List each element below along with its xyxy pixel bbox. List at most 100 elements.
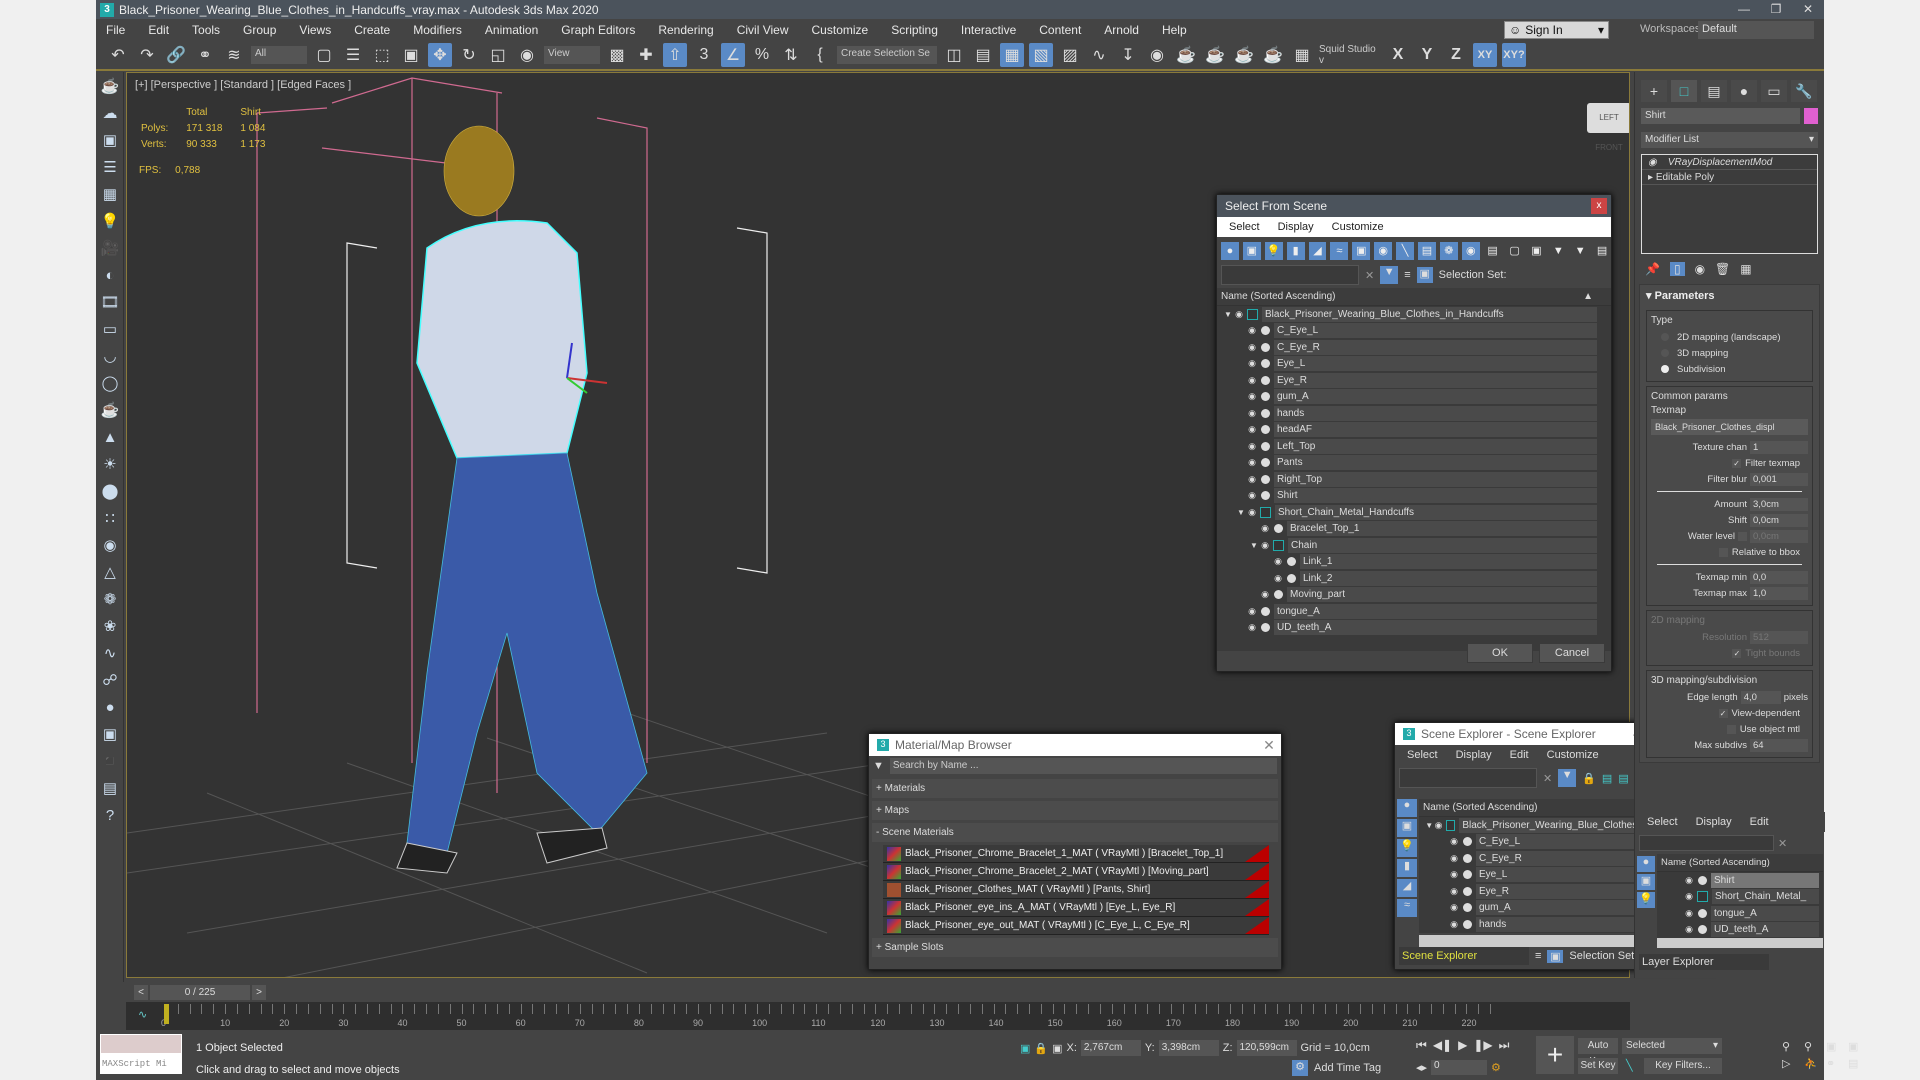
containers-filter-icon[interactable]: ▤: [1418, 242, 1436, 260]
axis-y-button[interactable]: Y: [1415, 43, 1439, 67]
modifier-list-select[interactable]: Modifier List ▾: [1641, 132, 1818, 148]
eye-icon[interactable]: ◉: [1259, 540, 1271, 551]
key-filters-button[interactable]: Key Filters...: [1644, 1058, 1722, 1074]
next-key-icon[interactable]: ❚▶: [1473, 1038, 1492, 1053]
tree-row[interactable]: ◉ gum_A: [1217, 389, 1611, 406]
material-item[interactable]: Black_Prisoner_Clothes_MAT ( VRayMtl ) […: [883, 881, 1269, 899]
time-config-icon[interactable]: ⚙: [1491, 1061, 1501, 1074]
motion-tab-icon[interactable]: ●: [1731, 80, 1757, 102]
water-level-spinner[interactable]: 0,0cm: [1750, 529, 1808, 543]
filter-texmap-checkbox[interactable]: ✓ Filter texmap: [1651, 455, 1808, 471]
menu-customize[interactable]: Customize: [1547, 749, 1599, 761]
eye-icon[interactable]: ◉: [1246, 490, 1258, 501]
plane-icon[interactable]: ▭: [98, 318, 122, 342]
tree-row[interactable]: ◉ C_Eye_L: [1217, 323, 1611, 340]
layer-row[interactable]: ◉ Shirt: [1657, 872, 1823, 889]
eye-icon[interactable]: ◉: [1448, 853, 1460, 864]
eye-icon[interactable]: ◉: [1233, 309, 1245, 320]
menu-edit[interactable]: Edit: [1750, 816, 1769, 828]
collapse-all-icon[interactable]: ▤: [1618, 772, 1628, 785]
filter-selected-icon[interactable]: ▼: [1380, 266, 1399, 284]
current-frame-marker[interactable]: [164, 1004, 169, 1024]
molecule-icon[interactable]: ◉: [98, 534, 122, 558]
configure-sets-icon[interactable]: ▦: [1740, 262, 1751, 276]
radio-2d-mapping[interactable]: 2D mapping (landscape): [1651, 329, 1808, 345]
curve-editor-mini-icon[interactable]: ∿: [138, 1008, 147, 1021]
menu-select[interactable]: Select: [1407, 749, 1438, 761]
eye-icon[interactable]: ◉: [1246, 424, 1258, 435]
texture-chan-spinner[interactable]: 1: [1750, 440, 1808, 454]
hair-icon[interactable]: ∿: [98, 642, 122, 666]
cameras-filter-icon[interactable]: ▮: [1286, 242, 1305, 260]
relative-bbox-checkbox[interactable]: Relative to bbox: [1651, 544, 1808, 560]
texmap-max-spinner[interactable]: 1,0: [1750, 586, 1808, 600]
menu-rendering[interactable]: Rendering: [658, 23, 713, 37]
tree-item-name[interactable]: gum_A: [1274, 389, 1597, 405]
tree-row[interactable]: ◉ Pants: [1217, 455, 1611, 472]
tree-item-name[interactable]: Short_Chain_Metal_Handcuffs: [1275, 504, 1597, 520]
list-panel-icon[interactable]: ☰: [98, 156, 122, 180]
tree-item-name[interactable]: Eye_L: [1274, 356, 1597, 372]
tree-row[interactable]: ◉ Eye_R: [1217, 372, 1611, 389]
tree-row[interactable]: ◉ UD_teeth_A: [1217, 620, 1611, 637]
x-coord-field[interactable]: 2,767cm: [1080, 1040, 1141, 1056]
tree-item-name[interactable]: Left_Top: [1274, 438, 1597, 454]
menu-modifiers[interactable]: Modifiers: [413, 23, 462, 37]
eye-icon[interactable]: ◉: [1246, 325, 1258, 336]
selection-filter[interactable]: All: [251, 46, 307, 64]
select-rotate-icon[interactable]: ↻: [457, 43, 481, 67]
cameras-filter-icon[interactable]: ▮: [1397, 859, 1417, 877]
set-key-button[interactable]: Set Key: [1578, 1058, 1618, 1074]
expand-triangle-icon[interactable]: ▼: [1425, 821, 1434, 830]
help-icon[interactable]: ?: [98, 804, 122, 828]
tree-row[interactable]: ◉ headAF: [1217, 422, 1611, 439]
filter-icon[interactable]: ▼: [1571, 242, 1589, 260]
eye-icon[interactable]: ◉: [1448, 919, 1460, 930]
expand-triangle-icon[interactable]: ▼: [1223, 310, 1233, 319]
disc-icon[interactable]: ◯: [98, 372, 122, 396]
hidden-filter-icon[interactable]: ◉: [1461, 242, 1480, 260]
auto-key-button[interactable]: Auto Key: [1578, 1038, 1618, 1067]
grass-icon[interactable]: ❀: [98, 615, 122, 639]
menu-display[interactable]: Display: [1456, 749, 1492, 761]
maxscript-listener[interactable]: MAXScript Mi: [100, 1034, 182, 1076]
hierarchy-icon[interactable]: ▣: [1547, 949, 1564, 963]
spinner-snap-icon[interactable]: ⇅: [779, 43, 803, 67]
explorer-search-input[interactable]: [1399, 768, 1537, 788]
keyboard-shortcut-icon[interactable]: ⇧: [663, 43, 687, 67]
tree-row[interactable]: ◉ Link_2: [1217, 570, 1611, 587]
create-tab-icon[interactable]: +: [1641, 80, 1667, 102]
vfb-icon[interactable]: ▣: [98, 723, 122, 747]
rect-selection-icon[interactable]: ⬚: [370, 43, 394, 67]
place-icon[interactable]: ◉: [515, 43, 539, 67]
container-icon[interactable]: ▤: [1593, 242, 1611, 260]
eye-icon[interactable]: ◉: [1259, 589, 1271, 600]
hierarchy-icon[interactable]: ▣: [1416, 267, 1433, 283]
lights-filter-icon[interactable]: 💡: [1637, 892, 1655, 908]
hierarchy-tab-icon[interactable]: ▤: [1701, 80, 1727, 102]
tree-item-name[interactable]: Moving_part: [1287, 587, 1597, 603]
options-triangle-icon[interactable]: ▼: [873, 760, 884, 772]
tree-row[interactable]: ◉ hands: [1217, 405, 1611, 422]
expand-triangle-icon[interactable]: ▼: [1236, 508, 1246, 517]
max-subdivs-spinner[interactable]: 64: [1750, 738, 1808, 752]
default-tangent-icon[interactable]: ╲: [1626, 1059, 1633, 1072]
menu-display[interactable]: Display: [1696, 816, 1732, 828]
maximize-viewport-icon[interactable]: ▤: [1848, 1057, 1866, 1070]
key-mode-icon[interactable]: ◂▸: [1416, 1061, 1427, 1074]
geometry-filter-icon[interactable]: ●: [1397, 799, 1417, 817]
render-production-icon[interactable]: ☕: [1232, 43, 1256, 67]
sample-slots-section[interactable]: + Sample Slots: [872, 938, 1278, 957]
eye-icon[interactable]: ◉: [1246, 457, 1258, 468]
cancel-button[interactable]: Cancel: [1539, 643, 1605, 663]
layers-icon[interactable]: ≡: [1404, 269, 1410, 281]
eye-icon[interactable]: ◉: [1259, 523, 1271, 534]
menu-animation[interactable]: Animation: [485, 23, 538, 37]
zoom-extents-icon[interactable]: ▣: [1826, 1040, 1844, 1053]
go-to-start-icon[interactable]: ⏮: [1416, 1038, 1427, 1053]
tree-item-name[interactable]: C_Eye_L: [1274, 323, 1597, 339]
named-selection-sets[interactable]: Create Selection Se: [837, 46, 937, 64]
make-unique-icon[interactable]: ◉: [1695, 262, 1705, 276]
helpers-filter-icon[interactable]: ◢: [1308, 242, 1327, 260]
tree-row[interactable]: ◉ C_Eye_R: [1217, 339, 1611, 356]
